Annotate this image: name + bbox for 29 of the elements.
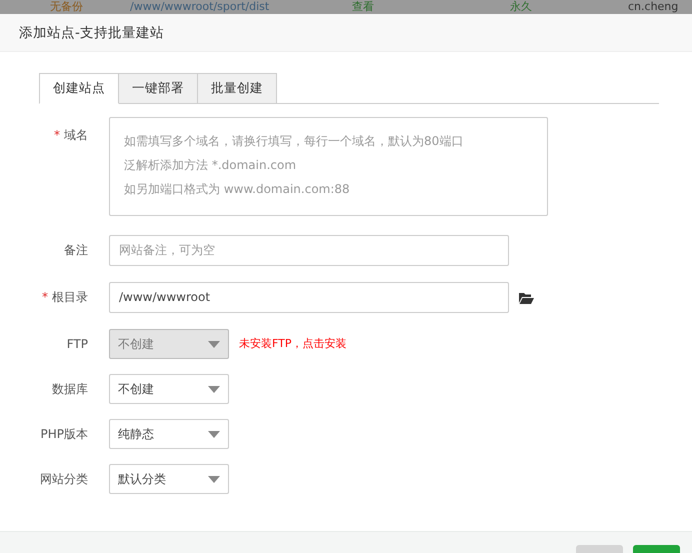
background-table-text: /www/wwwroot/sport/dist <box>130 0 270 14</box>
footer-button[interactable] <box>576 545 623 553</box>
background-table-text: 无备份 <box>50 0 84 14</box>
field-label: 数据库 <box>52 381 88 398</box>
input-field[interactable]: /www/wwwroot <box>109 282 509 313</box>
required-mark: * <box>42 289 48 306</box>
field-label: 域名 <box>64 127 88 144</box>
dropdown[interactable]: 默认分类 <box>109 464 229 494</box>
dropdown[interactable]: 不创建 <box>109 374 229 404</box>
dropdown[interactable]: 纯静态 <box>109 419 229 449</box>
caret-icon <box>208 430 220 438</box>
tab[interactable]: 批量创建 <box>198 73 277 103</box>
tab[interactable]: 创建站点 <box>39 73 119 104</box>
dialog-title: 添加站点-支持批量建站 <box>19 24 164 42</box>
footer-button[interactable] <box>633 545 680 553</box>
tab[interactable]: 一键部署 <box>119 73 198 103</box>
background-table-text: 查看 <box>352 0 375 14</box>
field-label: FTP <box>66 336 88 353</box>
field-label: 根目录 <box>52 289 88 306</box>
caret-icon <box>208 476 220 482</box>
field-label: PHP版本 <box>40 426 88 443</box>
folder-icon[interactable] <box>519 292 534 304</box>
caret-icon <box>208 340 220 348</box>
field-label: 网站分类 <box>40 471 88 488</box>
background-table-text: 永久 <box>510 0 533 14</box>
caret-icon <box>208 386 220 392</box>
field-label: 备注 <box>64 242 88 259</box>
required-mark: * <box>54 127 60 144</box>
background-table-text: cn.cheng <box>628 0 678 14</box>
